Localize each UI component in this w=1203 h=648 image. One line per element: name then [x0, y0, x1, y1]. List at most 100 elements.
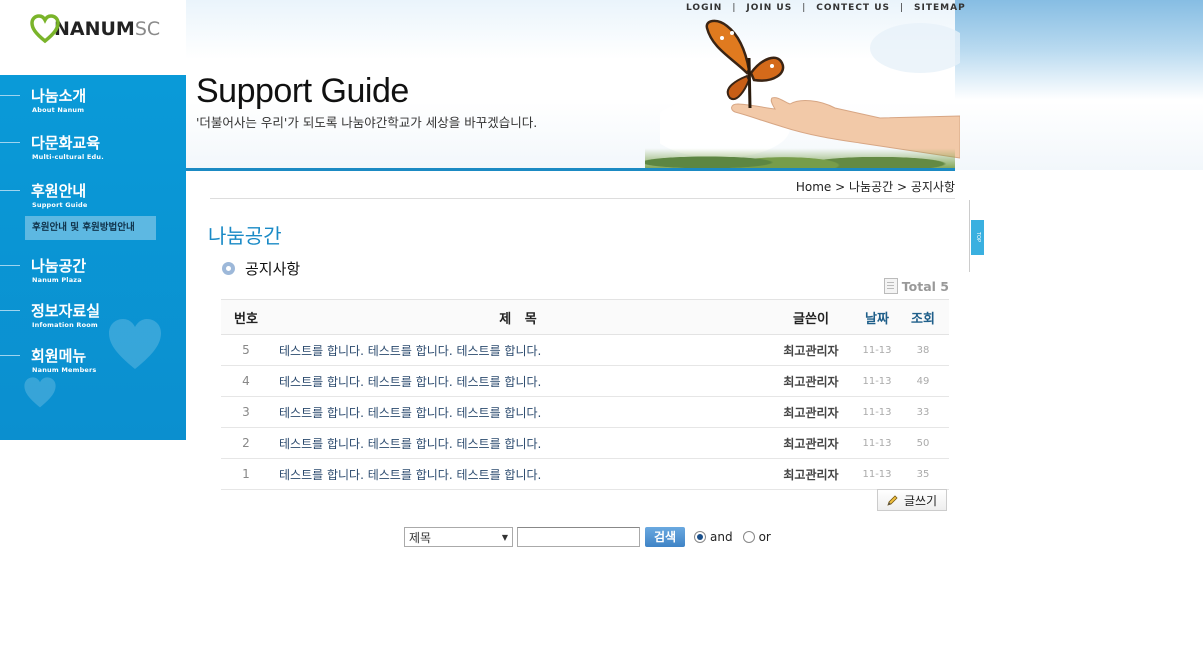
- banner-sky-right: [955, 0, 1203, 100]
- sidebar-item-sublabel: About Nanum: [32, 106, 85, 114]
- and-radio-label: and: [710, 530, 733, 544]
- breadcrumb: Home > 나눔공간 > 공지사항: [795, 180, 955, 194]
- row-writer: 최고관리자: [765, 396, 857, 428]
- notice-table: 번호 제 목 글쓴이 날짜 조회 5 테스트를 합니다. 테스트를 합니다. 테…: [221, 299, 949, 490]
- site-logo[interactable]: NANUMSC: [30, 14, 160, 44]
- table-row: 3 테스트를 합니다. 테스트를 합니다. 테스트를 합니다. 최고관리자 11…: [221, 396, 949, 428]
- sidebar-item-label: 정보자료실: [31, 302, 101, 320]
- total-count-text: Total 5: [901, 278, 949, 294]
- page-title: 나눔공간: [208, 224, 282, 248]
- row-writer: 최고관리자: [765, 334, 857, 366]
- table-row: 5 테스트를 합니다. 테스트를 합니다. 테스트를 합니다. 최고관리자 11…: [221, 334, 949, 366]
- or-option[interactable]: or: [742, 530, 771, 544]
- search-button[interactable]: 검색: [645, 527, 685, 547]
- sidebar-item-label: 나눔소개: [31, 87, 87, 105]
- row-date: 11-13: [857, 458, 897, 490]
- search-bar: 제목 ▼ 검색 and or: [404, 527, 771, 547]
- logo-text: NANUMSC: [54, 18, 160, 40]
- header-subject: 제 목: [271, 299, 765, 335]
- chevron-down-icon: ▼: [501, 532, 508, 542]
- heart-logo-icon: [30, 14, 60, 44]
- row-date: 11-13: [857, 396, 897, 428]
- sidebar-item-sublabel: Nanum Members: [32, 366, 97, 374]
- row-hit: 33: [897, 396, 949, 428]
- logo-main: NANUM: [54, 18, 135, 40]
- sidebar-subitem-support-guide[interactable]: 후원안내 및 후원방법안내: [25, 216, 156, 240]
- bullet-icon: [222, 262, 235, 275]
- trees-decoration: [645, 140, 955, 168]
- nav-line: [0, 355, 20, 356]
- section-title: 공지사항: [222, 258, 300, 279]
- nav-line: [0, 190, 20, 191]
- total-count: Total 5: [883, 278, 949, 294]
- row-date: 11-13: [857, 365, 897, 397]
- sidebar-item-info-room[interactable]: 정보자료실 Infomation Room: [0, 290, 186, 330]
- nav-line: [0, 265, 20, 266]
- sidebar-item-sublabel: Multi-cultural Edu.: [32, 153, 104, 161]
- sidebar-item-sublabel: Infomation Room: [32, 321, 98, 329]
- header-logo-area: NANUMSC: [0, 0, 186, 75]
- nav-line: [0, 142, 20, 143]
- header-writer: 글쓴이: [765, 299, 857, 335]
- document-icon: [883, 278, 898, 294]
- sidebar: 나눔소개 About Nanum 다문화교육 Multi-cultural Ed…: [0, 75, 186, 440]
- table-row: 1 테스트를 합니다. 테스트를 합니다. 테스트를 합니다. 최고관리자 11…: [221, 458, 949, 490]
- row-num: 2: [221, 427, 271, 459]
- scroll-top-button[interactable]: TOP: [971, 220, 984, 255]
- section-title-text: 공지사항: [245, 260, 301, 278]
- banner-divider: [186, 168, 955, 171]
- banner-subtitle: '더불어사는 우리'가 되도록 나눔야간학교가 세상을 바꾸겠습니다.: [196, 115, 538, 130]
- sidebar-item-multicultural[interactable]: 다문화교육 Multi-cultural Edu.: [0, 122, 186, 162]
- header-num: 번호: [221, 299, 271, 335]
- row-subject-link[interactable]: 테스트를 합니다. 테스트를 합니다. 테스트를 합니다.: [271, 365, 765, 397]
- logo-suffix: SC: [134, 18, 161, 40]
- header-hit[interactable]: 조회: [897, 299, 949, 335]
- nav-line: [0, 310, 20, 311]
- row-subject-link[interactable]: 테스트를 합니다. 테스트를 합니다. 테스트를 합니다.: [271, 334, 765, 366]
- row-subject-link[interactable]: 테스트를 합니다. 테스트를 합니다. 테스트를 합니다.: [271, 427, 765, 459]
- write-button[interactable]: 글쓰기: [877, 489, 947, 511]
- search-select-value: 제목: [409, 530, 432, 545]
- or-radio-label: or: [758, 530, 771, 544]
- row-date: 11-13: [857, 427, 897, 459]
- sidebar-item-sublabel: Nanum Plaza: [32, 276, 82, 284]
- row-num: 1: [221, 458, 271, 490]
- row-subject-link[interactable]: 테스트를 합니다. 테스트를 합니다. 테스트를 합니다.: [271, 458, 765, 490]
- table-row: 2 테스트를 합니다. 테스트를 합니다. 테스트를 합니다. 최고관리자 11…: [221, 427, 949, 459]
- sidebar-item-label: 회원메뉴: [31, 347, 87, 365]
- row-num: 3: [221, 396, 271, 428]
- right-divider: [969, 200, 970, 272]
- row-hit: 35: [897, 458, 949, 490]
- search-field-select[interactable]: 제목 ▼: [404, 527, 513, 547]
- table-header-row: 번호 제 목 글쓴이 날짜 조회: [221, 299, 949, 335]
- sidebar-item-plaza[interactable]: 나눔공간 Nanum Plaza: [0, 245, 186, 285]
- row-date: 11-13: [857, 334, 897, 366]
- sidebar-item-about[interactable]: 나눔소개 About Nanum: [0, 75, 186, 115]
- write-button-label: 글쓰기: [903, 493, 938, 508]
- sidebar-item-label: 다문화교육: [31, 134, 101, 152]
- row-writer: 최고관리자: [765, 427, 857, 459]
- sidebar-item-sublabel: Support Guide: [32, 201, 88, 209]
- row-subject-link[interactable]: 테스트를 합니다. 테스트를 합니다. 테스트를 합니다.: [271, 396, 765, 428]
- and-option[interactable]: and: [694, 530, 733, 544]
- row-writer: 최고관리자: [765, 458, 857, 490]
- table-row: 4 테스트를 합니다. 테스트를 합니다. 테스트를 합니다. 최고관리자 11…: [221, 365, 949, 397]
- header-date[interactable]: 날짜: [857, 299, 897, 335]
- pencil-icon: [887, 494, 899, 506]
- nav-line: [0, 95, 20, 96]
- row-num: 5: [221, 334, 271, 366]
- and-radio[interactable]: [694, 531, 706, 543]
- or-radio[interactable]: [742, 531, 755, 543]
- heart-decoration-icon: [24, 377, 56, 408]
- breadcrumb-divider: [210, 198, 955, 199]
- row-hit: 50: [897, 427, 949, 459]
- row-hit: 49: [897, 365, 949, 397]
- row-hit: 38: [897, 334, 949, 366]
- sidebar-item-label: 후원안내: [31, 182, 87, 200]
- sidebar-item-members[interactable]: 회원메뉴 Nanum Members: [0, 335, 186, 375]
- row-writer: 최고관리자: [765, 365, 857, 397]
- sidebar-item-label: 나눔공간: [31, 257, 87, 275]
- banner-title: Support Guide: [196, 72, 409, 110]
- search-input[interactable]: [517, 527, 640, 547]
- sidebar-item-support[interactable]: 후원안내 Support Guide: [0, 170, 186, 210]
